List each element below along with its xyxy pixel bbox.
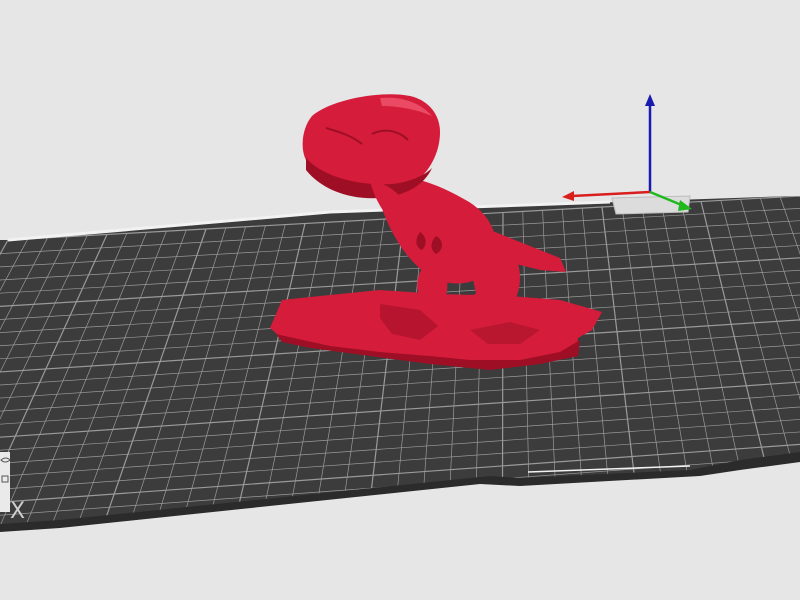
x-icon: X (10, 499, 25, 524)
3d-viewport[interactable]: X (0, 0, 800, 600)
build-plate (0, 195, 800, 532)
scene: X (0, 94, 800, 532)
axis-gizmo (562, 94, 692, 211)
z-axis-arrow-icon (645, 94, 655, 106)
x-axis (571, 190, 651, 198)
svg-text:X: X (10, 499, 25, 524)
x-axis-arrow-icon (562, 191, 574, 201)
